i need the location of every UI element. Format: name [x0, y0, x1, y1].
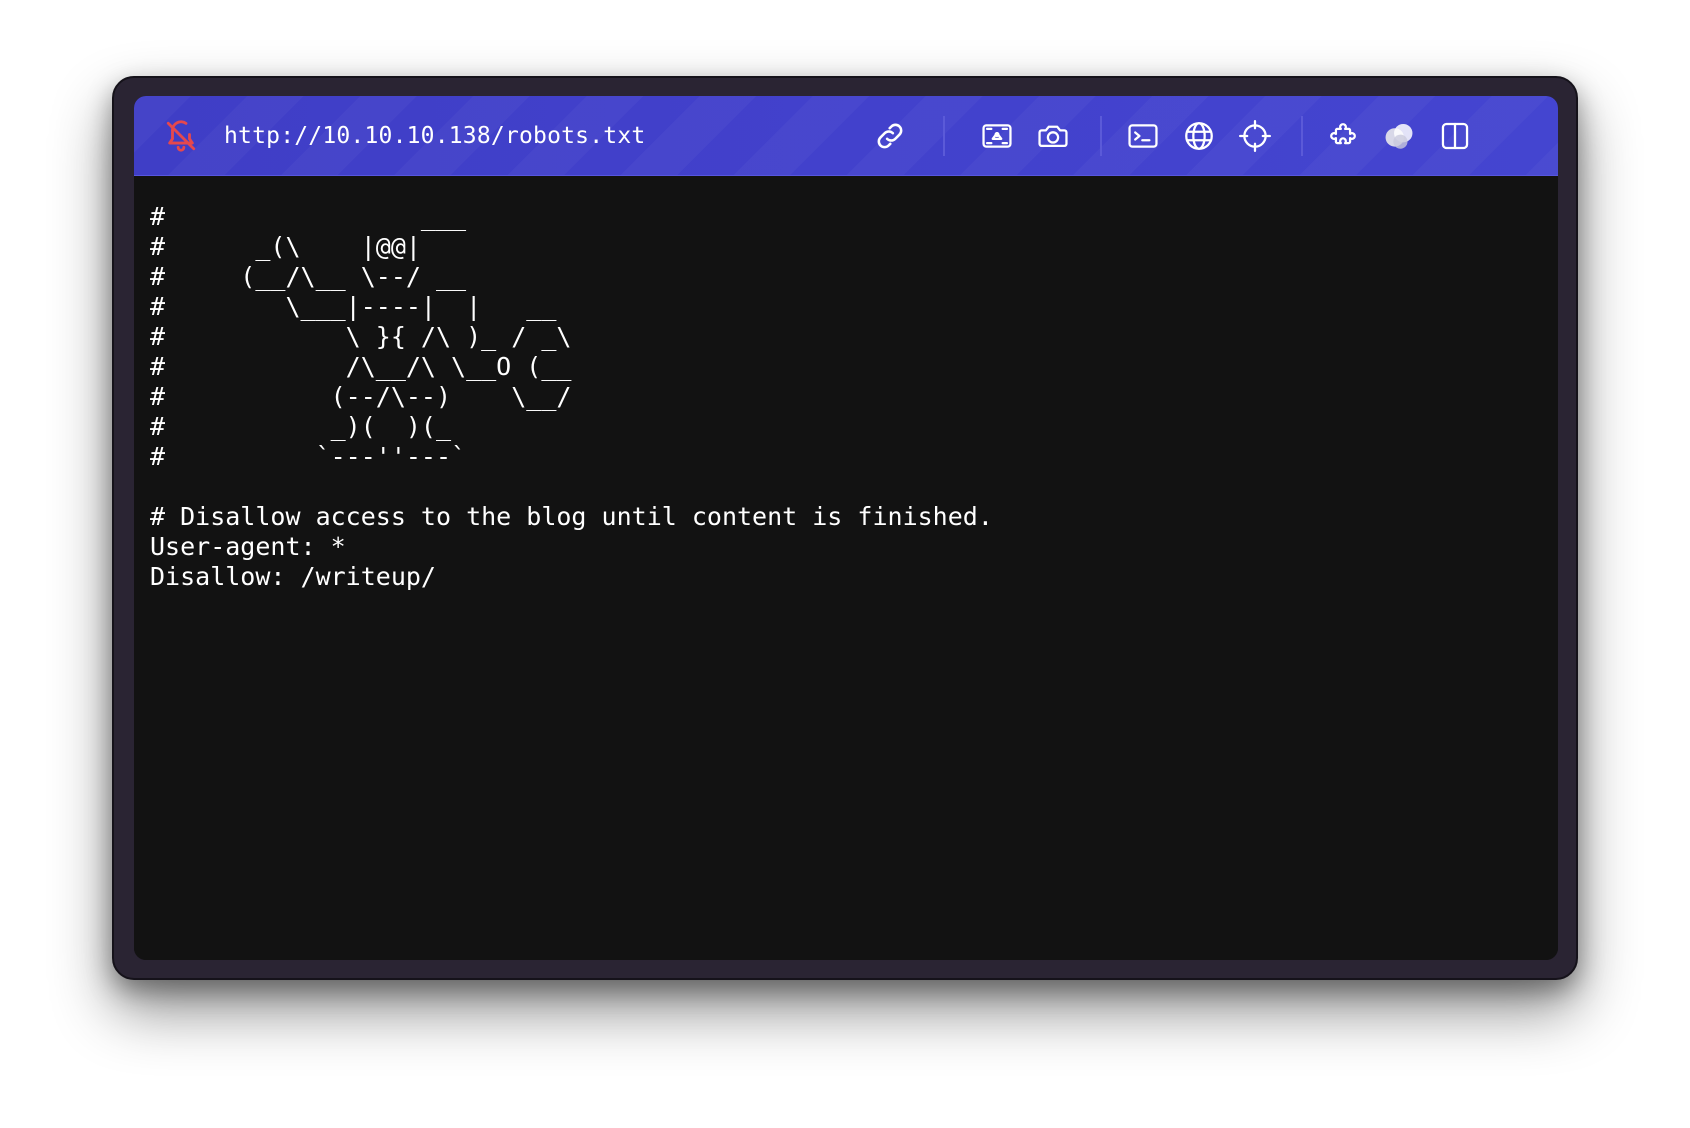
- url-text[interactable]: http://10.10.10.138/robots.txt: [224, 123, 645, 149]
- toolbar-divider: [1100, 116, 1102, 156]
- terminal-icon[interactable]: [1124, 117, 1162, 155]
- toolbar-divider: [943, 116, 945, 156]
- link-icon[interactable]: [871, 117, 909, 155]
- puzzle-icon[interactable]: [1324, 117, 1362, 155]
- camera-icon[interactable]: [1034, 117, 1072, 155]
- address-bar[interactable]: http://10.10.10.138/robots.txt: [162, 96, 645, 176]
- robots-txt-content: # ___ # _(\ |@@| # (__/\__ \--/ __ # \__…: [150, 202, 993, 591]
- split-view-icon[interactable]: [1436, 117, 1474, 155]
- crosshair-icon[interactable]: [1236, 117, 1274, 155]
- screenshot-area-icon[interactable]: [978, 117, 1016, 155]
- toolbar: http://10.10.10.138/robots.txt: [134, 96, 1558, 176]
- color-circles-icon[interactable]: [1380, 117, 1418, 155]
- toolbar-divider: [1301, 116, 1303, 156]
- bell-off-icon[interactable]: [162, 117, 200, 155]
- browser-window: http://10.10.10.138/robots.txt # ___ # _…: [134, 96, 1558, 960]
- page-content: # ___ # _(\ |@@| # (__/\__ \--/ __ # \__…: [134, 176, 1558, 960]
- window-frame: http://10.10.10.138/robots.txt # ___ # _…: [112, 76, 1578, 980]
- globe-icon[interactable]: [1180, 117, 1218, 155]
